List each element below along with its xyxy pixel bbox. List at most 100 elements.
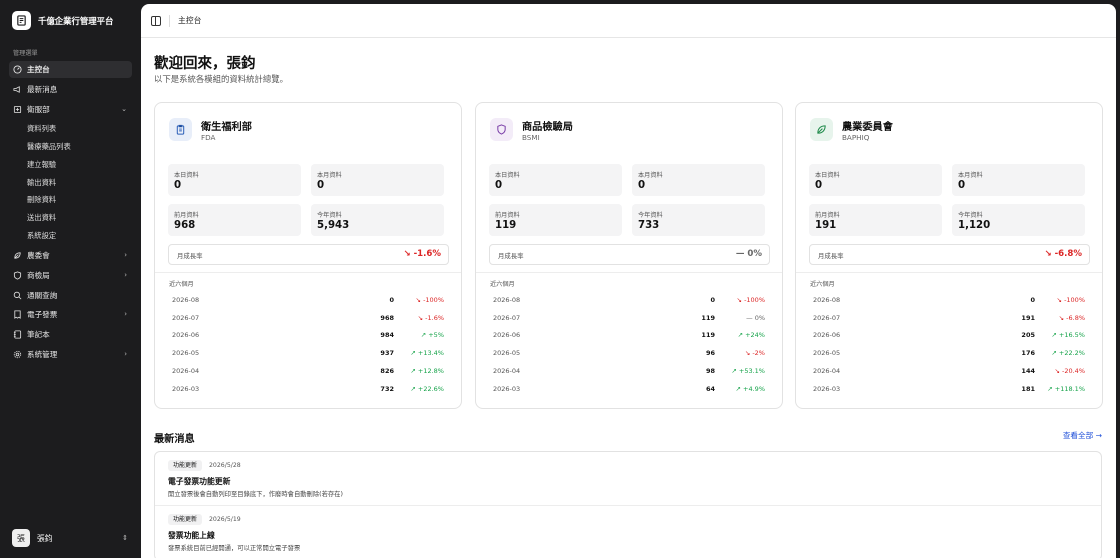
- stat-this-year: 今年資料 733: [632, 204, 765, 236]
- news-item[interactable]: 功能更新 2026/5/28 電子發票功能更新 開立發票後會自動列印至目錄底下，…: [155, 452, 1101, 505]
- month-change: ↘ -6.8%: [1059, 314, 1085, 322]
- divider: [796, 272, 1102, 273]
- sidebar-toggle-icon[interactable]: [151, 15, 161, 26]
- topbar: 主控台: [141, 4, 1116, 38]
- news-list: 功能更新 2026/5/28 電子發票功能更新 開立發票後會自動列印至目錄底下，…: [154, 451, 1102, 558]
- month-label: 2026-04: [493, 366, 521, 375]
- sidebar-item-dashboard[interactable]: 主控台: [9, 61, 132, 78]
- trend-up-icon: ↗: [737, 331, 746, 340]
- sidebar-item-label: 筆記本: [27, 330, 50, 340]
- stat-this-year: 今年資料 1,120: [952, 204, 1085, 236]
- sidebar-subitem-export-data[interactable]: 輸出資料: [27, 174, 132, 192]
- month-change-value: -20.4%: [1062, 366, 1085, 375]
- stat-label: 前月資料: [495, 212, 520, 219]
- stat-label: 前月資料: [815, 212, 840, 219]
- chevron-right-icon: ›: [124, 270, 127, 279]
- stat-label: 本日資料: [815, 172, 840, 179]
- month-change-value: -6.8%: [1066, 313, 1085, 322]
- month-change-value: 0%: [754, 313, 765, 322]
- chevron-right-icon: ›: [124, 250, 127, 259]
- growth-label: 月成長率: [818, 252, 844, 260]
- month-row: 2026-07 119 — 0%: [493, 310, 765, 327]
- leaf-icon: [13, 251, 22, 260]
- trend-up-icon: ↗: [410, 366, 418, 375]
- card-title: 商品檢驗局: [522, 122, 573, 133]
- trend-up-icon: ↗: [1047, 384, 1055, 393]
- month-change-value: +22.6%: [417, 384, 444, 393]
- brand-name: 千億企業行管理平台: [38, 15, 114, 26]
- month-row: 2026-07 191 ↘ -6.8%: [813, 310, 1085, 327]
- sidebar-item-news[interactable]: 最新消息: [9, 81, 132, 98]
- trend-up-icon: ↗: [1051, 349, 1059, 358]
- view-all-link[interactable]: 查看全部 →: [1063, 430, 1102, 441]
- sidebar-subitem-create-inspection[interactable]: 建立報驗: [27, 156, 132, 174]
- stat-value: 733: [638, 220, 660, 231]
- sidebar-item-bsmi[interactable]: 商檢局 ›: [9, 267, 132, 284]
- stat-label: 本日資料: [174, 172, 199, 179]
- month-value: 181: [1021, 384, 1035, 393]
- hospital-icon: [13, 105, 22, 114]
- month-row: 2026-04 144 ↘ -20.4%: [813, 363, 1085, 380]
- stat-last-month: 前月資料 968: [168, 204, 301, 236]
- sidebar-item-label: 通關查詢: [27, 290, 58, 300]
- news-item[interactable]: 功能更新 2026/5/19 發票功能上線 發票系統目前已經開通，可以正常開立電…: [155, 505, 1101, 558]
- sidebar-item-notebook[interactable]: 筆記本: [9, 326, 132, 343]
- month-change: ↗ +118.1%: [1047, 385, 1085, 393]
- trend-down-icon: ↘: [417, 313, 426, 322]
- growth-value: ↘ -1.6%: [403, 249, 441, 259]
- stat-label: 前月資料: [174, 212, 199, 219]
- month-value: 119: [701, 313, 715, 322]
- user-menu[interactable]: 張 張鈞 ⇕: [12, 529, 130, 547]
- sidebar-item-customs[interactable]: 通關查詢: [9, 287, 132, 304]
- month-value: 968: [380, 313, 394, 322]
- month-row: 2026-05 937 ↗ +13.4%: [172, 345, 444, 362]
- month-change-value: +5%: [428, 331, 444, 340]
- stat-value: 0: [495, 180, 503, 191]
- month-label: 2026-04: [813, 366, 841, 375]
- sidebar-item-label: 系統管理: [27, 349, 58, 359]
- month-value: 0: [710, 296, 715, 304]
- month-label: 2026-05: [172, 349, 200, 358]
- sidebar-item-einvoice[interactable]: 電子發票 ›: [9, 306, 132, 323]
- sidebar-item-label: 電子發票: [27, 310, 58, 320]
- sidebar-subitem-medicine-list[interactable]: 醫療藥品列表: [27, 138, 132, 156]
- trend-down-icon: ↘: [403, 249, 414, 259]
- stat-last-month: 前月資料 119: [489, 204, 622, 236]
- month-row: 2026-04 98 ↗ +53.1%: [493, 363, 765, 380]
- month-change-value: +12.8%: [417, 366, 444, 375]
- month-change-value: -2%: [752, 349, 765, 358]
- month-row: 2026-06 119 ↗ +24%: [493, 327, 765, 344]
- trend-down-icon: ↘: [736, 296, 745, 304]
- stat-value: 0: [317, 180, 325, 191]
- month-label: 2026-07: [172, 313, 200, 322]
- sidebar-subitem-delete-data[interactable]: 刪除資料: [27, 192, 132, 210]
- trend-down-icon: ↘: [415, 296, 424, 304]
- news-title: 電子發票功能更新: [168, 477, 231, 486]
- stat-this-year: 今年資料 5,943: [311, 204, 444, 236]
- sidebar-item-system-admin[interactable]: 系統管理 ›: [9, 346, 132, 363]
- month-label: 2026-07: [813, 313, 841, 322]
- module-card: 衛生福利部 FDA 本日資料 0 本月資料 0 前月資料 968 今年資料 5,943 …: [154, 102, 462, 409]
- month-row: 2026-03 732 ↗ +22.6%: [172, 381, 444, 398]
- month-label: 2026-08: [813, 296, 841, 304]
- avatar: 張: [12, 529, 30, 547]
- sidebar-subitem-submit-data[interactable]: 送出資料: [27, 209, 132, 227]
- month-change: ↘ -100%: [416, 296, 444, 304]
- card-code: BSMI: [522, 133, 540, 142]
- month-value: 0: [1030, 296, 1035, 304]
- news-date: 2026/5/28: [209, 462, 241, 469]
- sidebar-item-coa[interactable]: 農委會 ›: [9, 247, 132, 264]
- trend-up-icon: ↗: [1051, 331, 1059, 340]
- month-row: 2026-04 826 ↗ +12.8%: [172, 363, 444, 380]
- stat-value: 0: [958, 180, 966, 191]
- sidebar-item-mohw[interactable]: 衛服部 ⌄: [9, 101, 132, 118]
- sidebar-subitem-data-list[interactable]: 資料列表: [27, 120, 132, 138]
- brand[interactable]: 千億企業行管理平台: [12, 11, 113, 30]
- news-title: 發票功能上線: [168, 531, 215, 540]
- sidebar-subitem-system-settings[interactable]: 系統設定: [27, 227, 132, 245]
- shield-icon: [490, 118, 513, 141]
- growth-rate-box: 月成長率 ↘ -6.8%: [809, 244, 1090, 265]
- growth-value-text: -1.6%: [413, 249, 441, 259]
- month-label: 2026-05: [813, 349, 841, 358]
- stat-value: 968: [174, 220, 196, 231]
